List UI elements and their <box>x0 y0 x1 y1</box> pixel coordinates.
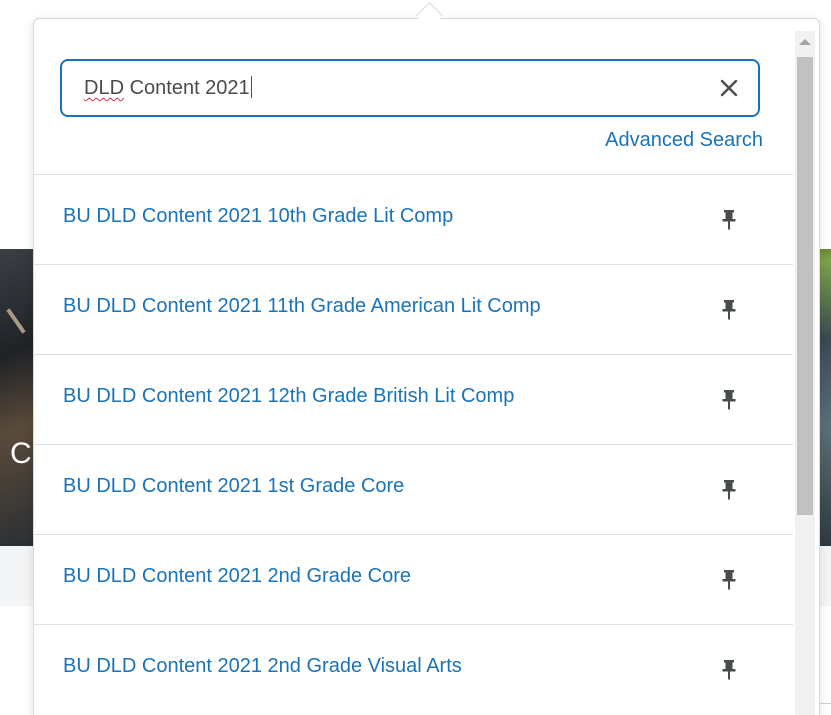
list-item: BU DLD Content 2021 1st Grade Core <box>34 444 793 534</box>
pin-icon <box>722 480 736 500</box>
pin-course-button[interactable] <box>721 659 737 681</box>
search-input-value[interactable]: DLD Content 2021 <box>84 75 252 101</box>
pin-icon <box>722 390 736 410</box>
pin-course-button[interactable] <box>721 209 737 231</box>
course-link[interactable]: BU DLD Content 2021 10th Grade Lit Comp <box>63 205 453 228</box>
pin-course-button[interactable] <box>721 389 737 411</box>
list-item: BU DLD Content 2021 12th Grade British L… <box>34 354 793 444</box>
background-band-left <box>0 546 34 606</box>
page: C DLD Content 2021 Advanced Search BU DL… <box>0 0 831 715</box>
course-selector-dropdown: DLD Content 2021 Advanced Search BU DLD … <box>33 18 820 715</box>
course-search-input[interactable]: DLD Content 2021 <box>60 59 760 117</box>
pin-course-button[interactable] <box>721 569 737 591</box>
results-scrollbar[interactable] <box>795 31 815 715</box>
list-item: BU DLD Content 2021 10th Grade Lit Comp <box>34 174 793 264</box>
pin-course-button[interactable] <box>721 479 737 501</box>
course-link[interactable]: BU DLD Content 2021 2nd Grade Core <box>63 565 411 588</box>
pin-course-button[interactable] <box>721 299 737 321</box>
banner-text-fragment: C <box>10 437 32 470</box>
list-item: BU DLD Content 2021 11th Grade American … <box>34 264 793 354</box>
pin-icon <box>722 300 736 320</box>
clear-search-button[interactable] <box>716 75 742 101</box>
course-results-list: BU DLD Content 2021 10th Grade Lit Comp … <box>34 174 793 714</box>
course-link[interactable]: BU DLD Content 2021 12th Grade British L… <box>63 385 514 408</box>
spellcheck-flagged-word: DLD <box>84 77 125 99</box>
list-item: BU DLD Content 2021 2nd Grade Core <box>34 534 793 624</box>
scroll-up-arrow-icon[interactable] <box>799 39 811 45</box>
banner-decoration <box>6 308 26 334</box>
pin-icon <box>722 570 736 590</box>
course-link[interactable]: BU DLD Content 2021 1st Grade Core <box>63 475 404 498</box>
search-query-text: Content 2021 <box>124 77 250 99</box>
close-icon <box>720 79 738 97</box>
pin-icon <box>722 660 736 680</box>
background-banner-image-left: C <box>0 249 34 546</box>
text-cursor <box>250 76 252 98</box>
advanced-search-link[interactable]: Advanced Search <box>605 129 763 152</box>
list-item: BU DLD Content 2021 2nd Grade Visual Art… <box>34 624 793 714</box>
pin-icon <box>722 210 736 230</box>
course-link[interactable]: BU DLD Content 2021 11th Grade American … <box>63 295 541 318</box>
course-link[interactable]: BU DLD Content 2021 2nd Grade Visual Art… <box>63 655 462 678</box>
scrollbar-thumb[interactable] <box>797 57 813 515</box>
